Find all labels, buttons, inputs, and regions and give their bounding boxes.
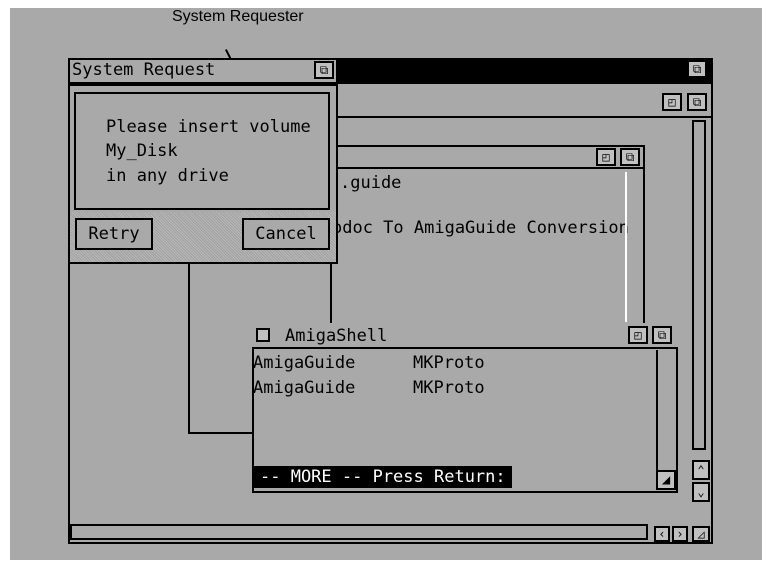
shell-output-line: MKProto [413,353,485,373]
size-gadget-icon: ◢ [661,472,671,488]
retry-button[interactable]: Retry [75,218,153,250]
back-window-size-gadget[interactable]: ◿ [692,526,710,542]
size-gadget-icon: ◿ [697,527,705,541]
shell-output-line: AmigaGuide [253,353,356,373]
amigashell-scrollbar[interactable] [656,350,676,470]
back-window-vertical-scrollbar[interactable] [692,120,706,450]
back-window-horizontal-scrollbar[interactable] [70,524,648,540]
cancel-button[interactable]: Cancel [242,218,330,250]
connector-line-horizontal [188,432,252,434]
guide-filename: .guide [340,173,402,193]
arrow-up-icon: ⌃ [697,463,705,477]
depth-gadget-icon: ⧉ [625,150,635,164]
connector-line-vertical [188,262,190,434]
guide-window-edge [625,172,627,322]
scroll-right-arrow[interactable]: › [672,526,688,542]
scroll-down-arrow[interactable]: ⌄ [692,482,710,502]
arrow-left-icon: ‹ [658,527,666,541]
system-request-message-line: in any drive [106,166,229,186]
guide-window-depth-gadget[interactable]: ⧉ [620,148,640,166]
guide-window-zoom-gadget[interactable]: ◰ [596,148,616,166]
zoom-gadget-icon: ◰ [634,328,642,342]
amigashell-title: AmigaShell [285,326,388,346]
shell-output-line: MKProto [413,378,485,398]
system-request-depth-gadget[interactable]: ⧉ [314,61,334,79]
amigashell-depth-gadget[interactable]: ⧉ [652,326,672,344]
depth-gadget-icon: ⧉ [692,62,702,76]
amigashell-size-gadget[interactable]: ◢ [656,470,676,490]
scroll-left-arrow[interactable]: ‹ [654,526,670,542]
system-request-message-line: Please insert volume [106,117,311,137]
depth-gadget-icon: ⧉ [319,63,329,77]
guide-heading: odoc To AmigaGuide Conversion [332,218,629,238]
scroll-up-arrow[interactable]: ⌃ [692,460,710,480]
back-window-depth-gadget[interactable]: ⧉ [687,60,707,78]
arrow-right-icon: › [676,527,684,541]
depth-gadget-icon: ⧉ [657,328,667,342]
annotation-label: System Requester [172,8,304,25]
system-request-message-line: My_Disk [106,141,178,161]
shell-more-prompt[interactable]: -- MORE -- Press Return: [254,466,512,488]
system-request-title: System Request [72,60,216,80]
zoom-gadget-icon: ◰ [602,150,610,164]
back-window-depth-gadget-2[interactable]: ⧉ [687,93,707,111]
shell-output-line: AmigaGuide [253,378,356,398]
close-gadget-icon[interactable] [256,328,270,342]
back-window-zoom-gadget[interactable]: ◰ [662,93,682,111]
amigashell-zoom-gadget[interactable]: ◰ [628,326,648,344]
depth-gadget-icon: ⧉ [692,95,702,109]
zoom-gadget-icon: ◰ [668,95,676,109]
arrow-down-icon: ⌄ [697,485,705,499]
